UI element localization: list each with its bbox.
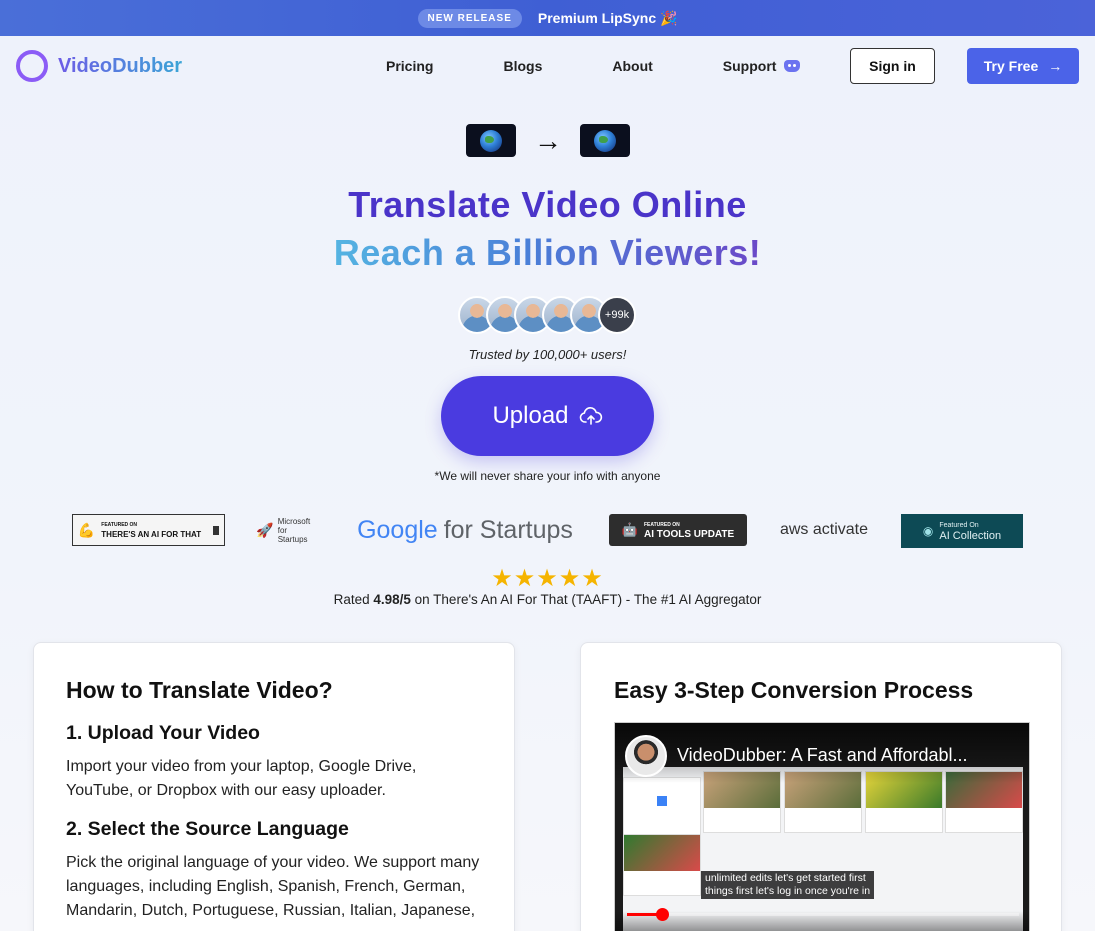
nav-support[interactable]: Support [723,58,801,74]
google-startups-logo[interactable]: Google for Startups [349,514,581,546]
banner-text[interactable]: Premium LipSync 🎉 [538,10,678,27]
nav-links: Pricing Blogs About Support [386,58,870,74]
avatar-more-count: +99k [598,296,636,334]
top-nav: VideoDubber Pricing Blogs About Support … [0,36,1095,96]
featured-logos: 💪 FEATURED ON THERE'S AN AI FOR THAT 🚀 M… [72,514,1023,548]
microsoft-startups-logo[interactable]: 🚀 Microsoft for Startups [254,514,318,546]
translate-illustration: → [466,124,630,157]
eye-icon: ◉ [922,524,934,538]
trusted-text: Trusted by 100,000+ users! [468,347,627,362]
privacy-note: *We will never share your info with anyo… [434,469,661,483]
step2-text: Pick the original language of your video… [66,854,480,919]
logo-text: VideoDubber [58,54,183,77]
microsoft-text: Microsoft for Startups [277,516,311,544]
process-heading: Easy 3-Step Conversion Process [614,677,974,703]
ai-tools-update-logo[interactable]: 🤖 FEATURED ON AI TOOLS UPDATE [609,514,747,546]
cloud-upload-icon [579,407,602,425]
arrow-right-icon: → [534,124,562,156]
arrow-right-icon: → [1048,58,1063,74]
rocket-icon: 🚀 [256,521,274,538]
sign-in-button[interactable]: Sign in [850,48,935,84]
nav-about[interactable]: About [612,58,652,74]
bookmark-icon [213,525,220,535]
globe-icon [594,129,616,152]
hero-title: Translate Video Online [348,184,747,225]
video-frame [623,767,1023,931]
video-title[interactable]: VideoDubber: A Fast and Affordabl... [677,745,968,766]
nav-pricing[interactable]: Pricing [386,58,433,74]
video-player[interactable]: VideoDubber: A Fast and Affordabl... unl… [614,722,1030,931]
rating-text: Rated 4.98/5 on There's An AI For That (… [333,592,762,607]
try-free-button[interactable]: Try Free → [967,48,1079,84]
nav-blogs[interactable]: Blogs [503,58,542,74]
video-caption: unlimited edits let's get started first … [701,871,875,899]
step2-title: 2. Select the Source Language [66,818,349,840]
announcement-banner[interactable]: NEW RELEASE Premium LipSync 🎉 [0,0,1095,36]
hero-section: → Translate Video Online Reach a Billion… [0,96,1095,636]
rating-stars: ★★★★★ [491,565,604,592]
try-free-label: Try Free [983,58,1039,74]
user-avatars: +99k [458,296,636,334]
new-release-badge: NEW RELEASE [417,8,522,28]
aws-activate-logo[interactable]: aws activate [778,514,870,546]
step1-title: 1. Upload Your Video [66,722,260,744]
channel-avatar[interactable] [625,735,667,777]
robot-icon: 🤖 [621,522,638,537]
taaft-logo[interactable]: 💪 FEATURED ON THERE'S AN AI FOR THAT [72,514,225,546]
video-progress-bar[interactable] [627,908,1019,921]
google-suffix: for Startups [443,515,573,544]
upload-label: Upload [492,402,569,429]
taaft-small: FEATURED ON [101,522,138,528]
upload-button[interactable]: Upload [441,376,654,456]
step1-text: Import your video from your laptop, Goog… [66,758,417,799]
ai-collection-logo[interactable]: ◉ Featured On AI Collection [901,514,1023,548]
discord-icon [784,60,801,72]
aitools-name: AI TOOLS UPDATE [643,529,735,540]
hero-subtitle: Reach a Billion Viewers! [333,232,762,273]
logo-ring-icon [16,50,48,82]
how-to-heading: How to Translate Video? [66,677,333,703]
how-to-card: How to Translate Video? 1. Upload Your V… [33,642,515,931]
taaft-name: THERE'S AN AI FOR THAT [101,530,202,539]
rating-score: 4.98/5 [373,592,411,607]
logo[interactable]: VideoDubber [16,50,182,82]
nav-support-label: Support [722,58,777,74]
globe-icon [480,129,502,152]
process-card: Easy 3-Step Conversion Process VideoDubb… [580,642,1062,931]
google-text: Google [357,515,438,544]
aicollection-name: AI Collection [939,530,1002,542]
